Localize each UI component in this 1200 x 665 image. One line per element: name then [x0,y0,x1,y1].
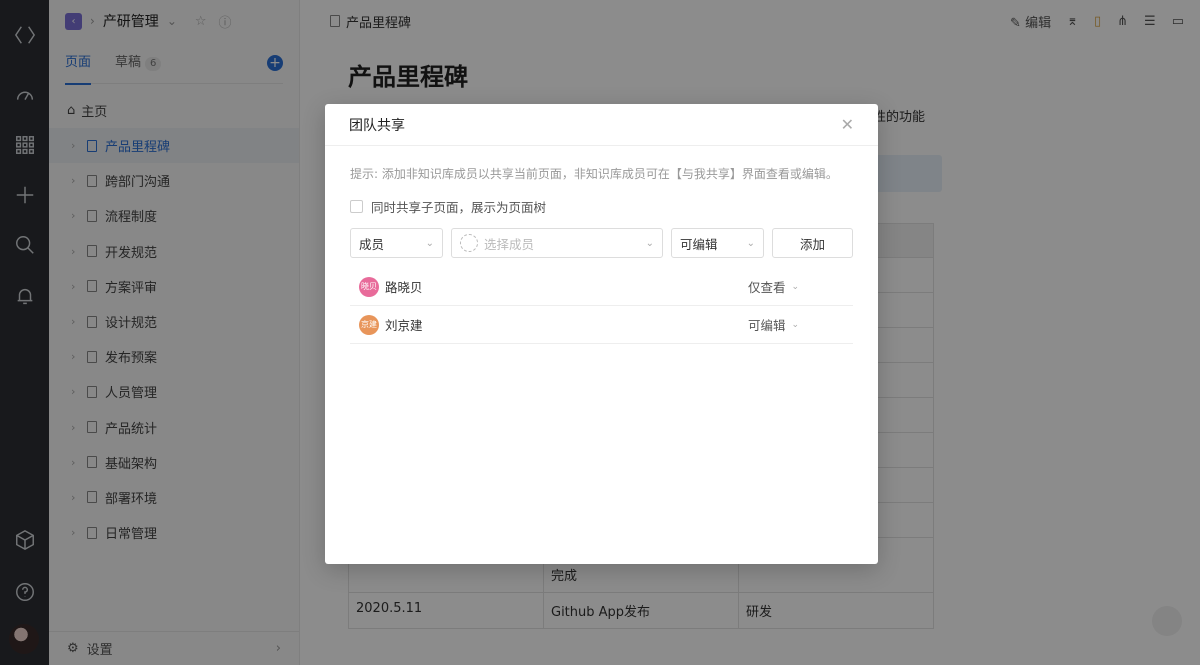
permission-value: 仅查看 [747,280,786,295]
member-name: 刘京建 [385,318,423,333]
member-name: 路晓贝 [385,280,423,295]
close-icon[interactable]: ✕ [841,115,854,134]
add-button[interactable]: 添加 [772,228,853,258]
member-placeholder: 选择成员 [484,236,535,252]
chevron-down-icon: ⌄ [791,281,799,292]
member-permission-select[interactable]: 仅查看 ⌄ [748,277,799,296]
member-list: 晓贝 路晓贝 仅查看 ⌄ 京建 刘京建 可编辑 ⌄ [350,268,853,344]
dialog-header: 团队共享 ✕ [325,104,878,146]
permission-value: 可编辑 [747,318,786,333]
hint-text: 提示: 添加非知识库成员以共享当前页面，非知识库成员可在【与我共享】界面查看或编… [350,167,838,181]
select-value: 成员 [359,236,385,252]
select-value: 可编辑 [680,236,718,252]
share-children-option[interactable]: 同时共享子页面，展示为页面树 [350,197,546,216]
permission-select[interactable]: 可编辑 ⌄ [671,228,764,258]
dialog-title: 团队共享 [349,117,405,134]
team-share-dialog: 团队共享 ✕ 提示: 添加非知识库成员以共享当前页面，非知识库成员可在【与我共享… [325,104,878,564]
chevron-down-icon: ⌄ [425,237,434,249]
chevron-down-icon: ⌄ [645,237,654,249]
member-type-select[interactable]: 成员 ⌄ [350,228,443,258]
member-avatar: 晓贝 [359,276,379,297]
chevron-down-icon: ⌄ [791,319,799,330]
checkbox-label: 同时共享子页面，展示为页面树 [371,200,547,215]
member-row: 晓贝 路晓贝 仅查看 ⌄ [350,268,853,306]
chevron-down-icon: ⌄ [746,237,755,249]
member-row: 京建 刘京建 可编辑 ⌄ [350,306,853,344]
member-picker[interactable]: 选择成员 ⌄ [451,228,663,258]
member-avatar: 京建 [359,314,379,335]
share-children-checkbox[interactable] [350,200,363,213]
member-permission-select[interactable]: 可编辑 ⌄ [748,315,799,334]
user-icon [460,234,478,252]
add-member-row: 成员 ⌄ 选择成员 ⌄ 可编辑 ⌄ 添加 [350,228,853,258]
